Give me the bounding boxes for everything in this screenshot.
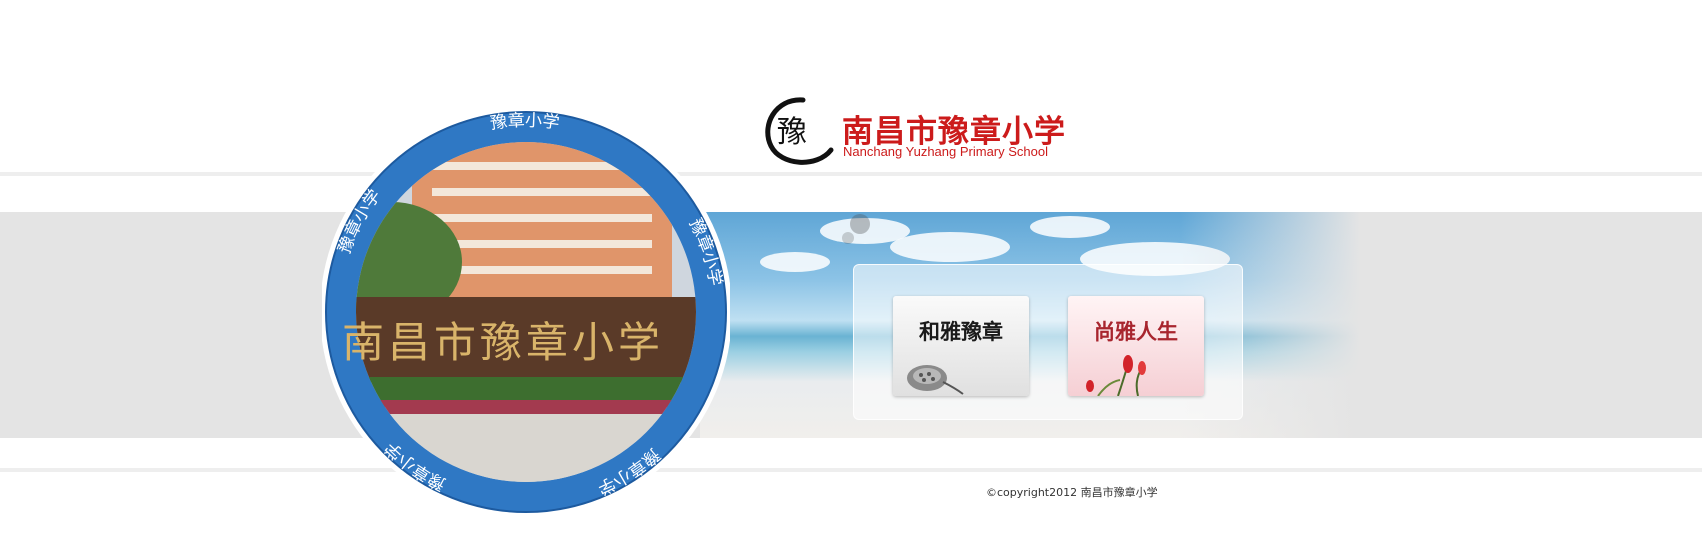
ink-dot: [842, 232, 854, 244]
link-label: 和雅豫章: [919, 320, 1003, 344]
school-emblem: 南昌市豫章小学 豫章小学 豫章小学 豫章小学 豫章小学 豫章小学: [322, 106, 730, 518]
lotus-seedpod-icon: [907, 365, 964, 395]
cloud: [890, 232, 1010, 262]
ink-dot: [850, 214, 870, 234]
flower-icon: [1086, 355, 1146, 396]
link-label: 尚雅人生: [1094, 320, 1178, 344]
top-stripe: [0, 172, 1702, 176]
school-logo-icon[interactable]: 豫: [763, 96, 837, 166]
sign-text: 南昌市豫章小学: [342, 318, 664, 367]
bottom-stripe: [0, 468, 1702, 472]
logo-mark-char: 豫: [777, 115, 807, 150]
link-shangya-rensheng[interactable]: 尚雅人生: [1068, 296, 1204, 396]
link-heya-yuzhang[interactable]: 和雅豫章: [893, 296, 1029, 396]
copyright: ©copyright2012 南昌市豫章小学: [986, 486, 1158, 499]
school-name-en: Nanchang Yuzhang Primary School: [843, 144, 1048, 159]
cloud: [1030, 216, 1110, 238]
cloud: [760, 252, 830, 272]
